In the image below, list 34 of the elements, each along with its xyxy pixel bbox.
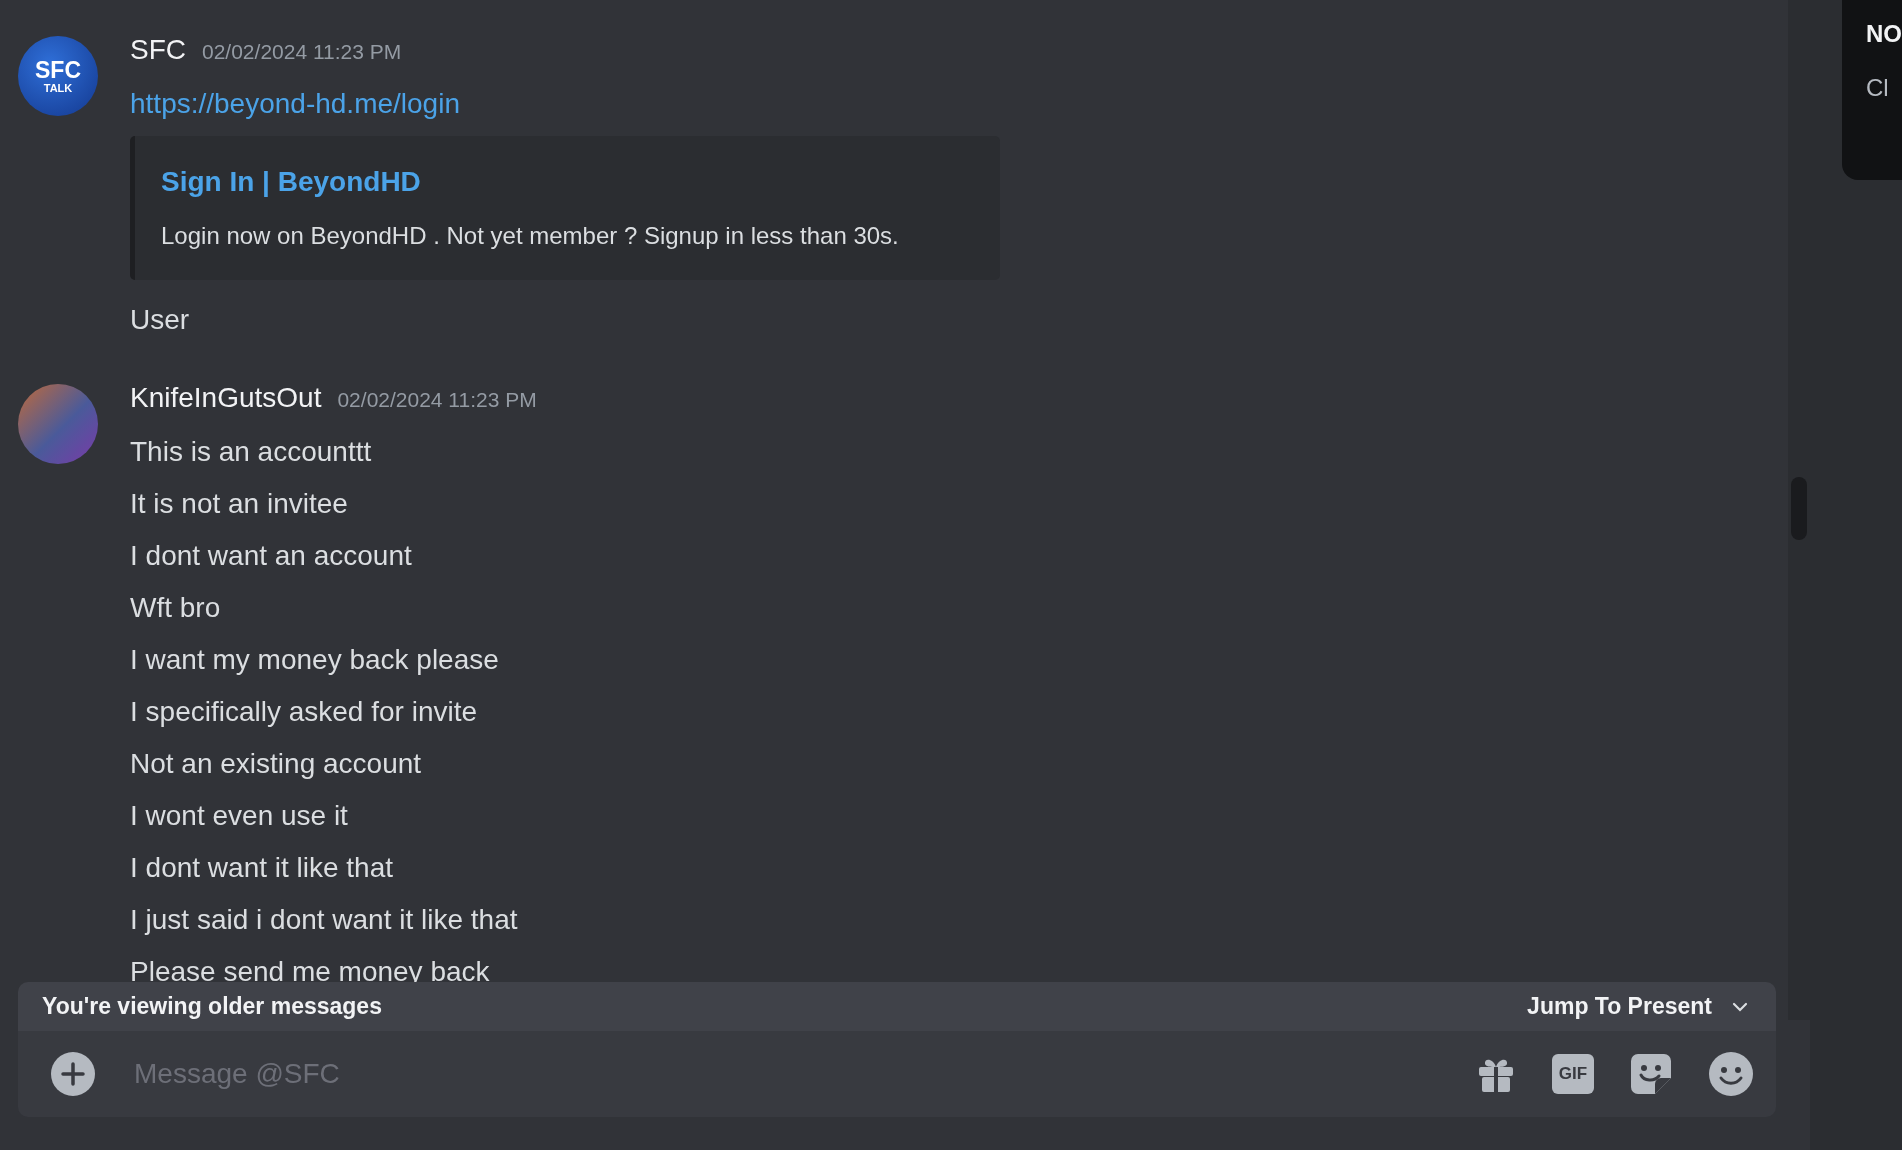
message-text: This is an accounttt: [130, 436, 372, 467]
plus-circle-icon: [50, 1051, 96, 1097]
popup-text: Cl: [1866, 74, 1890, 102]
gif-button[interactable]: GIF: [1552, 1054, 1594, 1094]
timestamp: 02/02/2024 11:23 PM: [202, 40, 402, 64]
message-text: Wft bro: [130, 592, 221, 623]
embed-description: Login now on BeyondHD . Not yet member ? Signup in less than 30s.: [161, 222, 900, 250]
message-text: I just said i dont want it like that: [130, 904, 518, 935]
sticker-icon: [1630, 1053, 1672, 1095]
username[interactable]: SFC: [130, 34, 186, 66]
embed-title-link[interactable]: Sign In | BeyondHD: [161, 166, 421, 198]
older-messages-notice: You're viewing older messages: [42, 993, 382, 1020]
logo-text: TALK: [43, 81, 73, 95]
message-text: User: [130, 304, 190, 335]
timestamp: 02/02/2024 11:23 PM: [337, 388, 537, 412]
message-link[interactable]: https://beyond-hd.me/login: [130, 88, 460, 119]
smiley-face-icon: [1708, 1051, 1754, 1097]
username[interactable]: KnifeInGutsOut: [130, 382, 322, 414]
logo-text: SFC: [35, 57, 81, 82]
message-text: I dont want an account: [130, 540, 412, 571]
message-text: I want my money back please: [130, 644, 499, 675]
avatar-logo[interactable]: SFC TALK: [18, 36, 98, 116]
message-text: I dont want it like that: [130, 852, 394, 883]
add-attachment-button[interactable]: [50, 1051, 96, 1097]
message-composer[interactable]: Message @SFC GIF: [18, 1031, 1776, 1117]
message-text: Not an existing account: [130, 748, 422, 779]
message-text: Please send me money back: [130, 956, 490, 987]
message-text: I specifically asked for invite: [130, 696, 478, 727]
jump-to-present-button[interactable]: Jump To Present: [1527, 993, 1750, 1020]
message-text: It is not an invitee: [130, 488, 348, 519]
sticker-button[interactable]: [1630, 1053, 1672, 1095]
emoji-button[interactable]: [1708, 1051, 1754, 1097]
message-text: I wont even use it: [130, 800, 348, 831]
popup-title: NO: [1866, 20, 1902, 48]
